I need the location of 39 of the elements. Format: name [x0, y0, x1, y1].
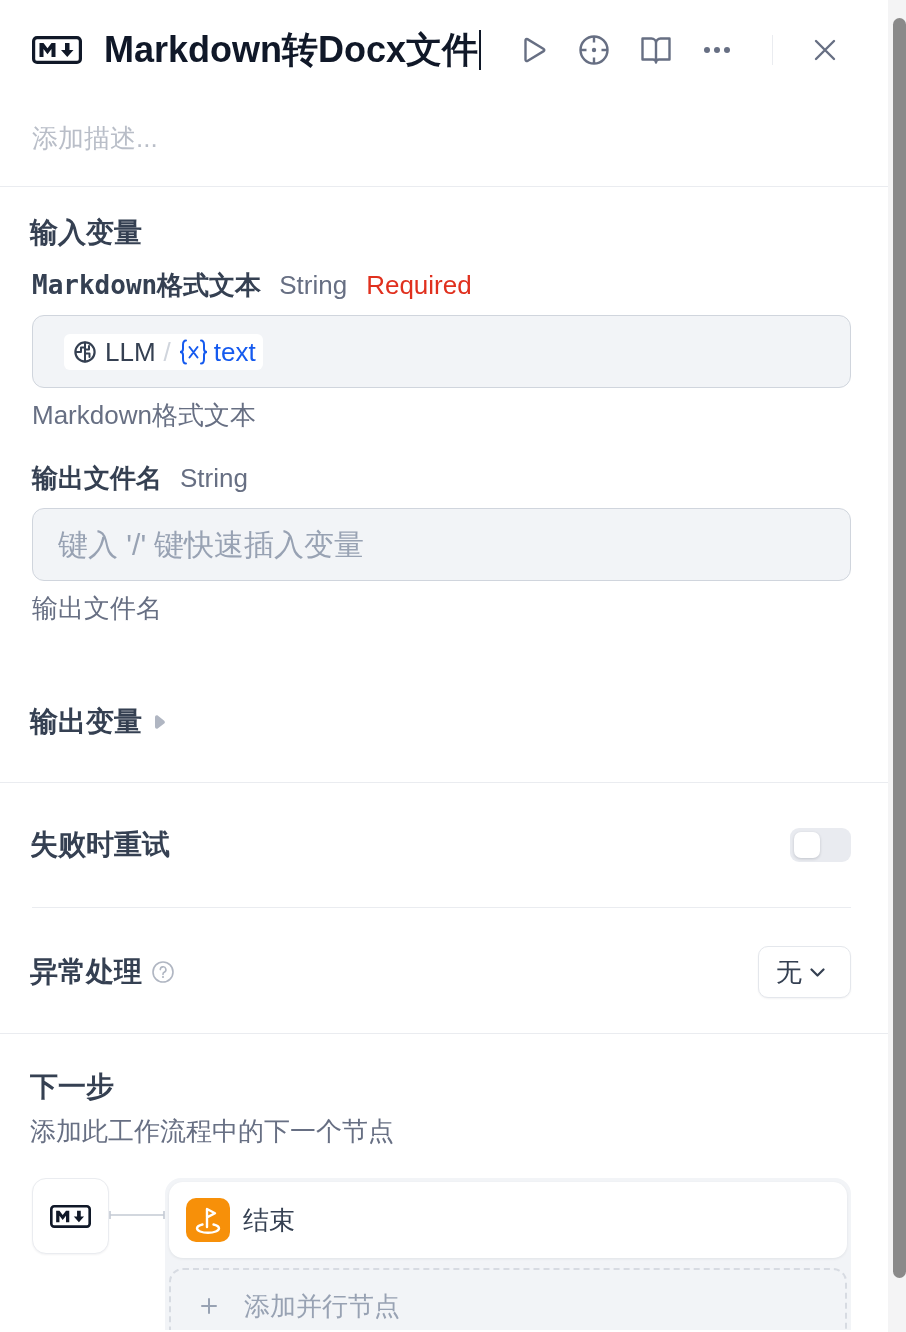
variable-input-field[interactable]: LLM / text — [32, 315, 851, 388]
markdown-icon — [32, 36, 82, 64]
close-icon[interactable] — [814, 39, 836, 61]
section-title: 异常处理 — [30, 955, 142, 989]
connector-line — [109, 1210, 165, 1220]
source-node[interactable] — [32, 1178, 109, 1254]
description-field[interactable]: 添加描述... — [32, 118, 836, 158]
required-label: Required — [366, 269, 472, 302]
crosshair-icon[interactable] — [579, 35, 609, 65]
field-description: 输出文件名 — [32, 592, 163, 625]
play-icon[interactable] — [523, 37, 546, 63]
markdown-icon — [50, 1204, 91, 1228]
flag-icon — [186, 1198, 230, 1242]
book-icon[interactable] — [641, 36, 671, 64]
section-subtitle: 添加此工作流程中的下一个节点 — [30, 1115, 395, 1148]
field-label: 输出文件名 — [32, 462, 162, 495]
node-name: LLM — [105, 335, 156, 369]
next-node-card[interactable]: 结束 — [169, 1182, 847, 1258]
path-separator: / — [163, 335, 171, 369]
toggle-switch[interactable] — [790, 828, 851, 862]
section-title: 下一步 — [30, 1070, 115, 1104]
more-icon[interactable] — [704, 47, 730, 53]
node-title-field[interactable]: Markdown转Docx文件 — [104, 30, 482, 70]
variable-name: text — [213, 335, 256, 369]
field-label: Markdown格式文本 — [32, 269, 262, 302]
error-handling-select[interactable]: 无 — [758, 946, 851, 998]
plus-icon — [201, 1298, 217, 1314]
variable-tag[interactable]: LLM / text — [64, 333, 263, 370]
field-description: Markdown格式文本 — [32, 399, 257, 432]
section-title: 失败时重试 — [30, 828, 170, 862]
type-label: String — [279, 269, 348, 302]
section-title: 输入变量 — [30, 216, 143, 250]
section-title[interactable]: 输出变量 — [30, 703, 142, 741]
chevron-icon — [810, 967, 825, 977]
scrollbar-thumb[interactable] — [893, 18, 906, 1278]
text-input-field[interactable]: 键入 '/' 键快速插入变量 — [32, 508, 851, 581]
brain-icon — [74, 340, 96, 363]
type-label: String — [180, 462, 248, 495]
variable-icon — [178, 338, 208, 365]
